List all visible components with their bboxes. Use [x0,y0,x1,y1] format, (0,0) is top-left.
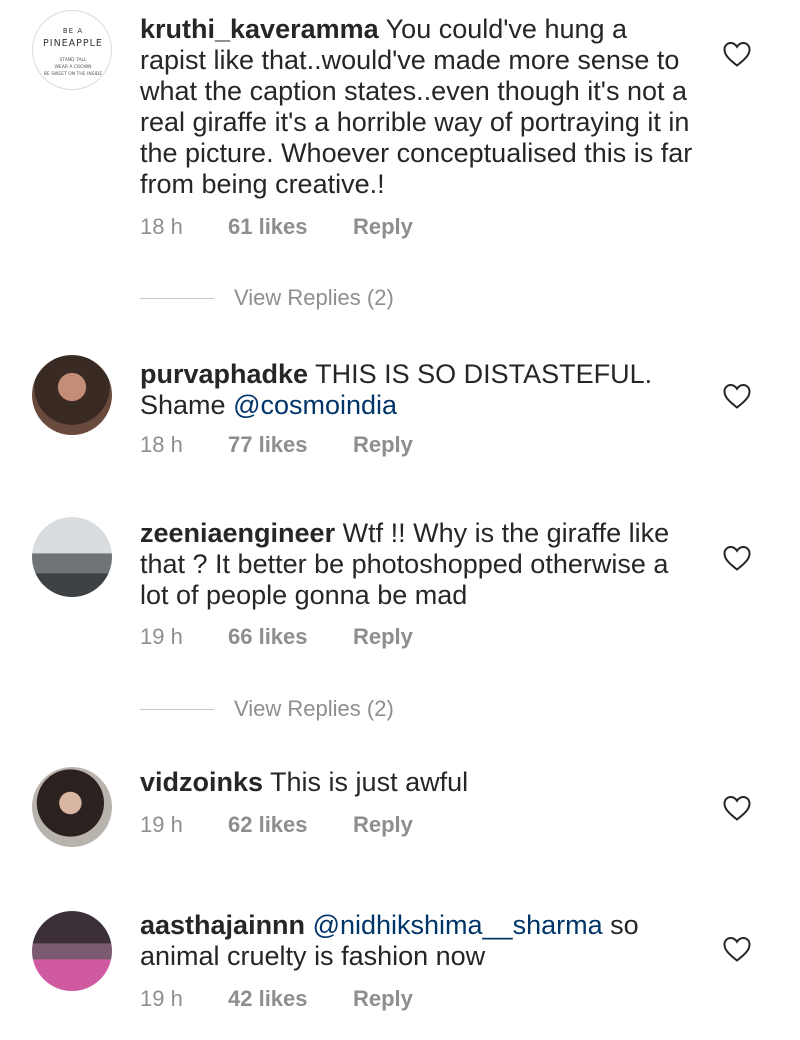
reply-button[interactable]: Reply [353,812,413,838]
comment-meta: 19 h 62 likes Reply [140,812,413,838]
avatar-text-line: BE SWEET ON THE INSIDE [44,71,103,77]
avatar[interactable] [32,355,112,435]
avatar-text-line: PINEAPPLE [43,38,103,49]
comment-username[interactable]: zeeniaengineer [140,518,335,548]
view-replies-label[interactable]: View Replies (2) [234,696,394,722]
avatar[interactable] [32,911,112,991]
reply-button[interactable]: Reply [353,432,413,458]
comment-meta: 19 h 66 likes Reply [140,624,413,650]
comment-meta: 18 h 77 likes Reply [140,432,413,458]
heart-outline-icon[interactable] [722,935,752,963]
view-replies-label[interactable]: View Replies (2) [234,285,394,311]
comment-likes[interactable]: 42 likes [228,986,353,1012]
heart-outline-icon[interactable] [722,794,752,822]
comment-time: 19 h [140,624,183,649]
avatar[interactable] [32,767,112,847]
heart-outline-icon[interactable] [722,40,752,68]
divider [140,708,214,710]
comment-text: zeeniaengineer Wtf !! Why is the giraffe… [140,518,700,611]
comment-text: purvaphadke THIS IS SO DISTASTEFUL. Sham… [140,359,700,421]
view-replies-button[interactable]: View Replies (2) [140,696,394,722]
heart-outline-icon[interactable] [722,544,752,572]
comment-username[interactable]: vidzoinks [140,767,263,797]
avatar[interactable] [32,517,112,597]
mention-link[interactable]: @nidhikshima__sharma [313,910,603,940]
avatar-text-line: STAND TALL [59,57,87,63]
comment-likes[interactable]: 77 likes [228,432,353,458]
avatar-text-line: BE A [63,27,83,35]
pineapple-quote-avatar: BE A PINEAPPLE STAND TALL WEAR A CROWN B… [43,27,103,77]
comment-text: aasthajainnn @nidhikshima__sharma so ani… [140,910,700,972]
comment-time: 19 h [140,986,183,1011]
comment-meta: 19 h 42 likes Reply [140,986,413,1012]
comment-text: kruthi_kaveramma You could've hung a rap… [140,14,700,200]
comment-time: 19 h [140,812,183,837]
comment-username[interactable]: kruthi_kaveramma [140,14,379,44]
comment-likes[interactable]: 61 likes [228,214,353,240]
reply-button[interactable]: Reply [353,986,413,1012]
comment-time: 18 h [140,214,183,239]
divider [140,297,214,299]
reply-button[interactable]: Reply [353,624,413,650]
heart-outline-icon[interactable] [722,382,752,410]
comment-username[interactable]: aasthajainnn [140,910,305,940]
comment-likes[interactable]: 62 likes [228,812,353,838]
reply-button[interactable]: Reply [353,214,413,240]
comment-time: 18 h [140,432,183,457]
view-replies-button[interactable]: View Replies (2) [140,285,394,311]
comment-meta: 18 h 61 likes Reply [140,214,413,240]
comment-likes[interactable]: 66 likes [228,624,353,650]
avatar-text-line: WEAR A CROWN [54,64,91,70]
avatar[interactable]: BE A PINEAPPLE STAND TALL WEAR A CROWN B… [32,10,112,90]
comment-message: This is just awful [270,767,469,797]
comment-text: vidzoinks This is just awful [140,767,700,798]
comment-username[interactable]: purvaphadke [140,359,308,389]
mention-link[interactable]: @cosmoindia [233,390,397,420]
